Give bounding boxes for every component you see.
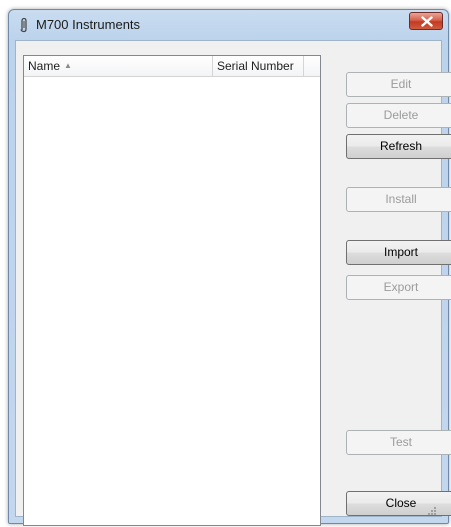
test-button[interactable]: Test (346, 430, 451, 455)
m700-instruments-window: M700 Instruments Name ▲ Serial Number Edi… (8, 9, 451, 526)
refresh-button[interactable]: Refresh (346, 134, 451, 159)
import-button[interactable]: Import (346, 240, 451, 265)
delete-button[interactable]: Delete (346, 103, 451, 128)
instruments-list[interactable]: Name ▲ Serial Number (23, 55, 321, 526)
column-header-label: Serial Number (217, 59, 294, 73)
resize-grip-icon[interactable] (427, 503, 437, 515)
window-close-button[interactable] (409, 12, 443, 30)
title-bar[interactable]: M700 Instruments (9, 10, 448, 38)
install-button[interactable]: Install (346, 187, 451, 212)
column-header-label: Name (28, 59, 61, 73)
paperclip-icon (18, 17, 30, 33)
window-title: M700 Instruments (36, 17, 141, 32)
list-header: Name ▲ Serial Number (24, 56, 320, 77)
sort-ascending-icon: ▲ (64, 61, 72, 70)
column-header-name[interactable]: Name ▲ (24, 56, 213, 76)
column-header-serial-number[interactable]: Serial Number (213, 56, 304, 76)
dialog-body: Name ▲ Serial Number Edit Delete Refresh … (15, 40, 451, 526)
export-button[interactable]: Export (346, 275, 451, 300)
edit-button[interactable]: Edit (346, 72, 451, 97)
